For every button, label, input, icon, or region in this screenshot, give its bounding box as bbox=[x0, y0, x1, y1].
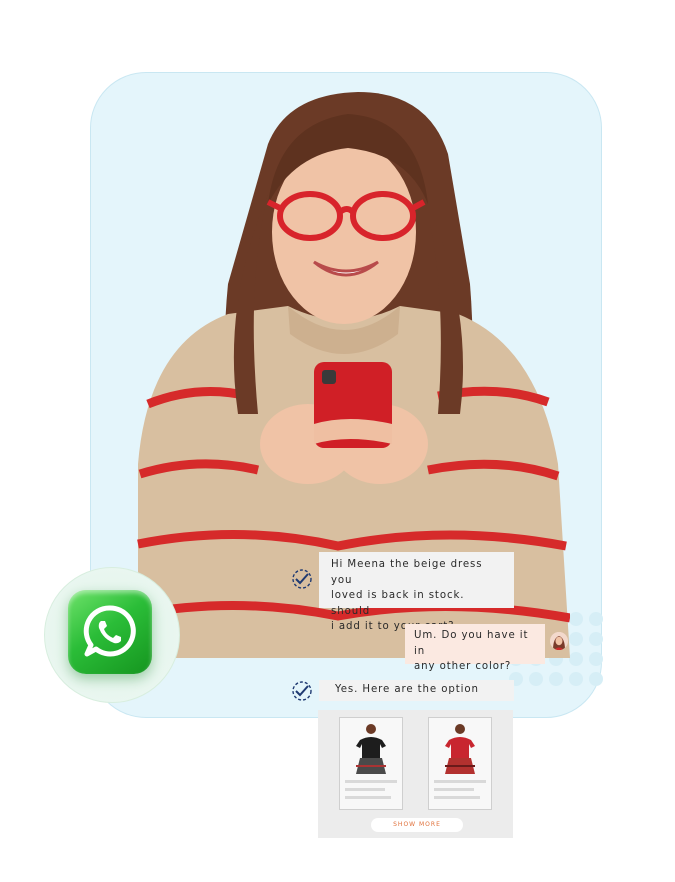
product-suggestions-panel: SHOW MORE bbox=[318, 710, 513, 838]
product-image-black-top bbox=[356, 724, 386, 774]
avatar bbox=[550, 632, 568, 650]
reply-message-bubble: Um. Do you have it in any other color? bbox=[405, 624, 545, 672]
product-image-red-top bbox=[445, 724, 475, 774]
incoming-message-bubble: Hi Meena the beige dress you loved is ba… bbox=[319, 552, 514, 632]
product-card-red[interactable] bbox=[428, 717, 492, 810]
double-check-icon bbox=[291, 680, 313, 702]
double-check-icon bbox=[291, 568, 313, 590]
show-more-button[interactable]: SHOW MORE bbox=[371, 818, 463, 832]
whatsapp-icon bbox=[68, 590, 152, 674]
product-card-black[interactable] bbox=[339, 717, 403, 810]
answer-message-bubble: Yes. Here are the option bbox=[319, 680, 514, 701]
